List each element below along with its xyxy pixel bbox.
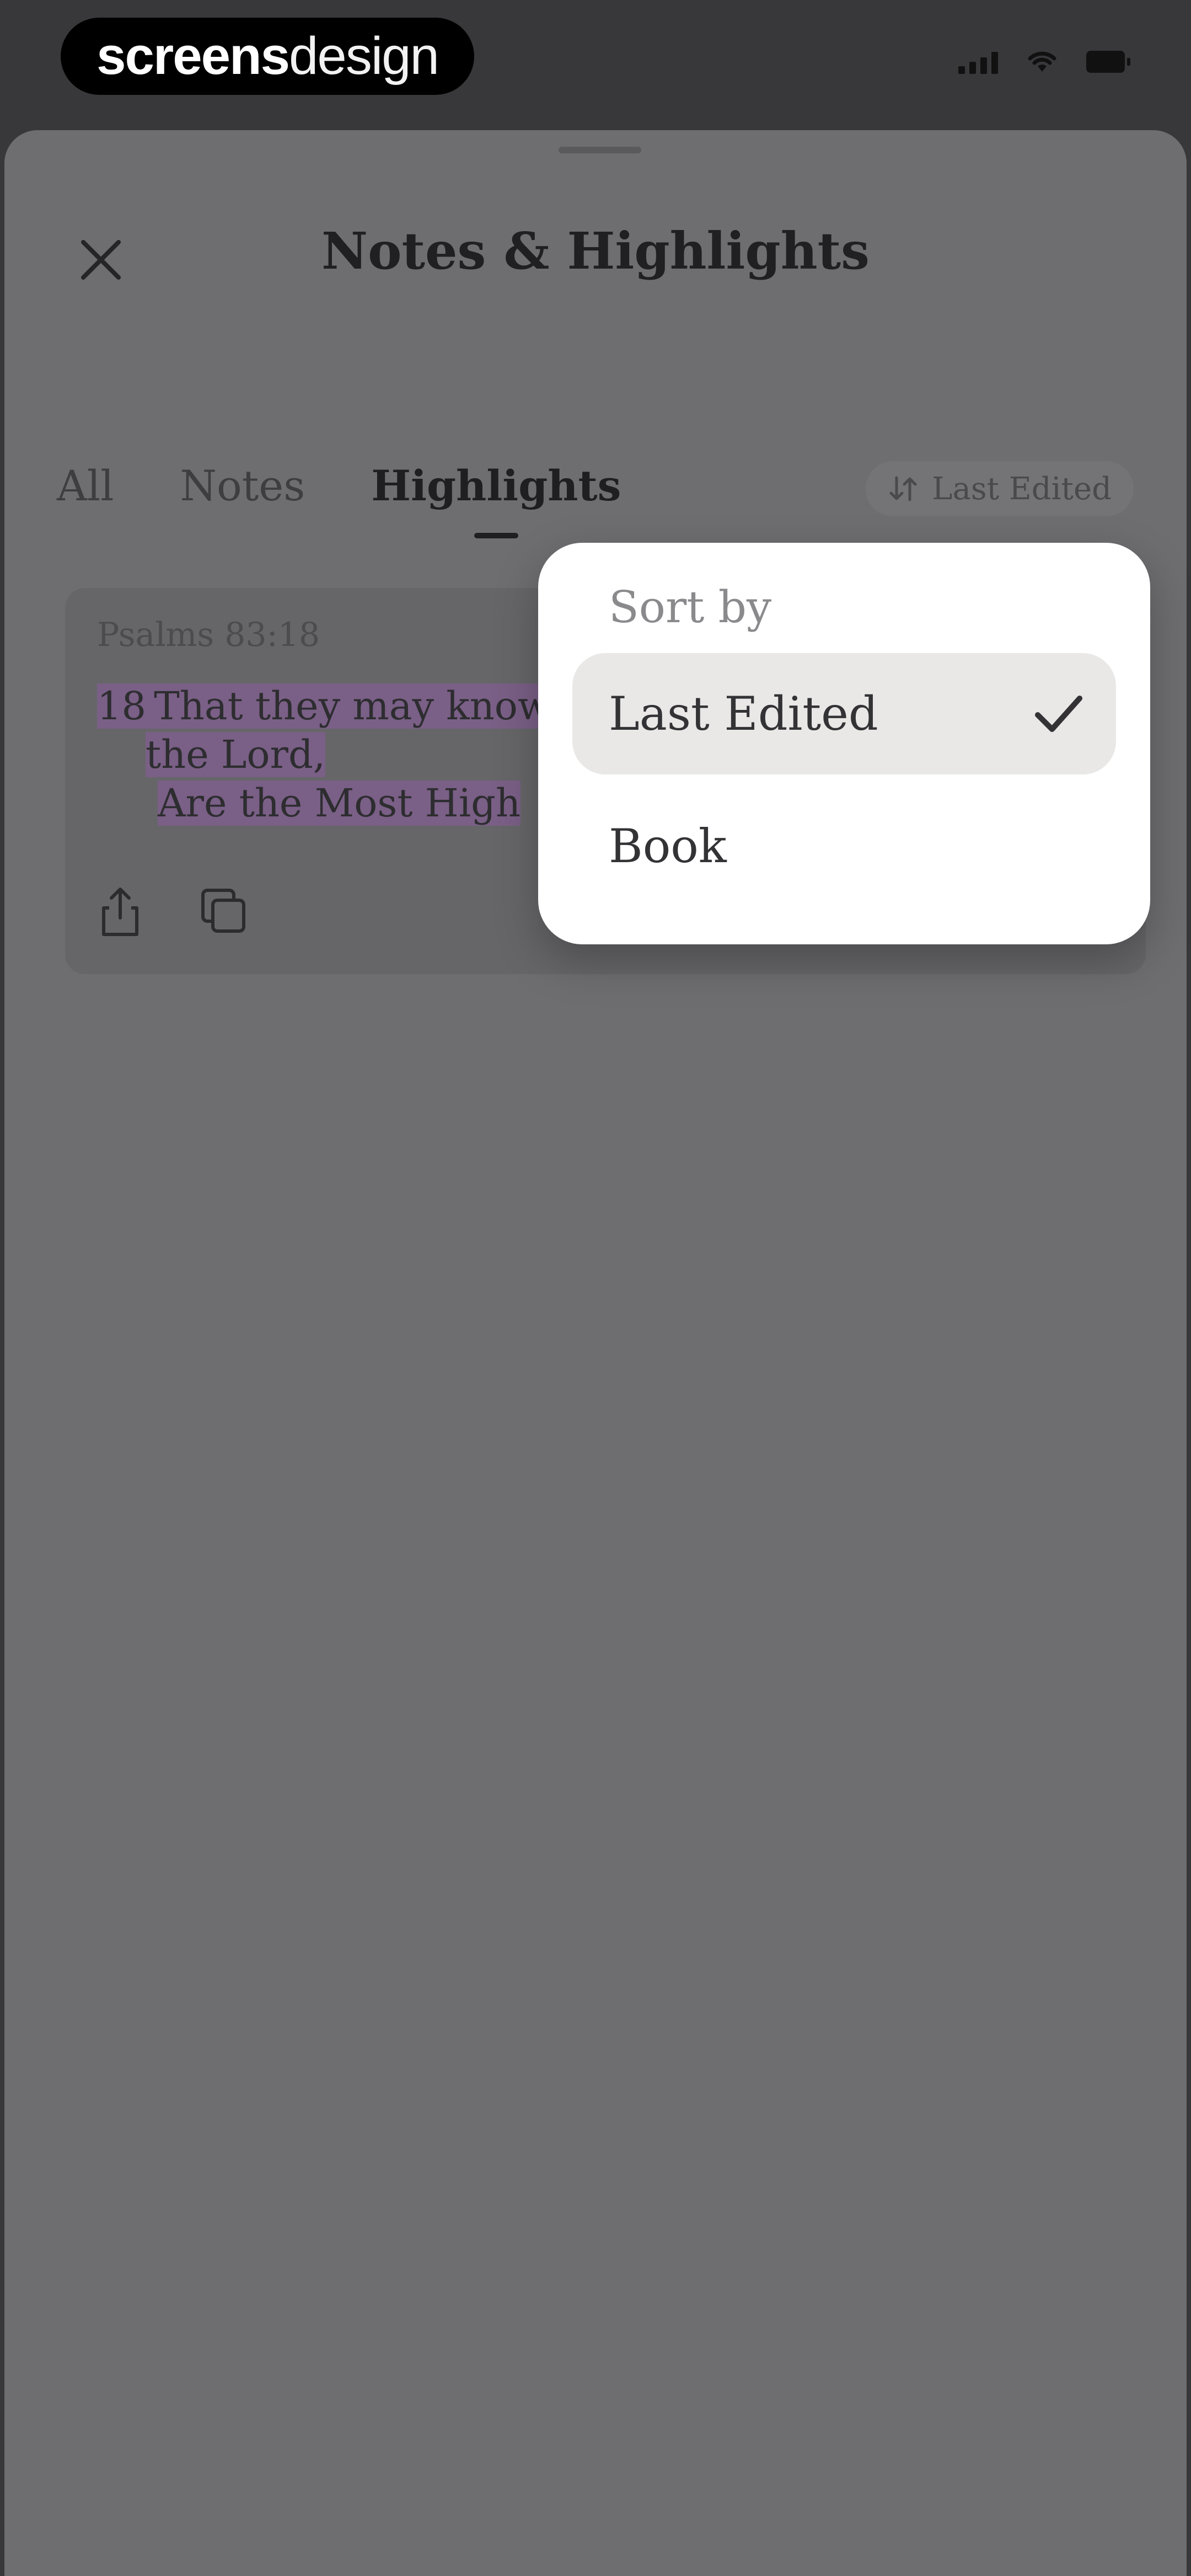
share-icon[interactable]	[97, 886, 143, 939]
battery-icon	[1086, 51, 1130, 73]
sort-button-label: Last Edited	[932, 471, 1112, 507]
sort-option-last-edited[interactable]: Last Edited	[572, 653, 1116, 774]
sort-option-book[interactable]: Book	[572, 785, 1116, 907]
verse-reference: Psalms 83:18	[97, 616, 320, 654]
brand-light-text: design	[289, 26, 439, 85]
notes-highlights-sheet: Notes & Highlights All Notes Highlights …	[4, 130, 1187, 2576]
page-title: Notes & Highlights	[321, 221, 870, 281]
status-bar: screens design	[0, 0, 1191, 121]
sort-option-label: Last Edited	[609, 687, 878, 741]
tab-highlights-label: Highlights	[371, 461, 621, 510]
status-icons	[958, 50, 1130, 74]
sort-menu-title: Sort by	[609, 581, 772, 633]
brand-bold-text: screens	[96, 26, 290, 85]
brand-watermark: screens design	[61, 18, 474, 95]
tab-highlights[interactable]: Highlights	[371, 461, 621, 538]
sort-button[interactable]: Last Edited	[866, 461, 1134, 516]
verse-line-1: That they may know t	[154, 683, 579, 729]
checkmark-icon	[1035, 696, 1082, 732]
tab-all[interactable]: All	[57, 461, 114, 527]
card-actions	[97, 886, 248, 939]
signal-icon	[958, 50, 998, 74]
active-tab-indicator	[474, 533, 518, 538]
tab-bar: All Notes Highlights	[57, 461, 621, 538]
sort-menu: Sort by Last Edited Book	[538, 543, 1150, 944]
screen: screens design Notes & Highlights All Not…	[0, 0, 1191, 2576]
verse-line-2: the Lord,	[146, 732, 326, 777]
verse-number: 18	[97, 683, 147, 729]
sort-option-label: Book	[609, 819, 727, 873]
tab-notes[interactable]: Notes	[180, 461, 305, 527]
wifi-icon	[1028, 51, 1056, 72]
verse-line-3: Are the Most High	[158, 781, 521, 826]
sheet-grabber[interactable]	[559, 147, 641, 153]
copy-icon[interactable]	[198, 886, 248, 936]
sort-arrows-icon	[889, 476, 917, 501]
